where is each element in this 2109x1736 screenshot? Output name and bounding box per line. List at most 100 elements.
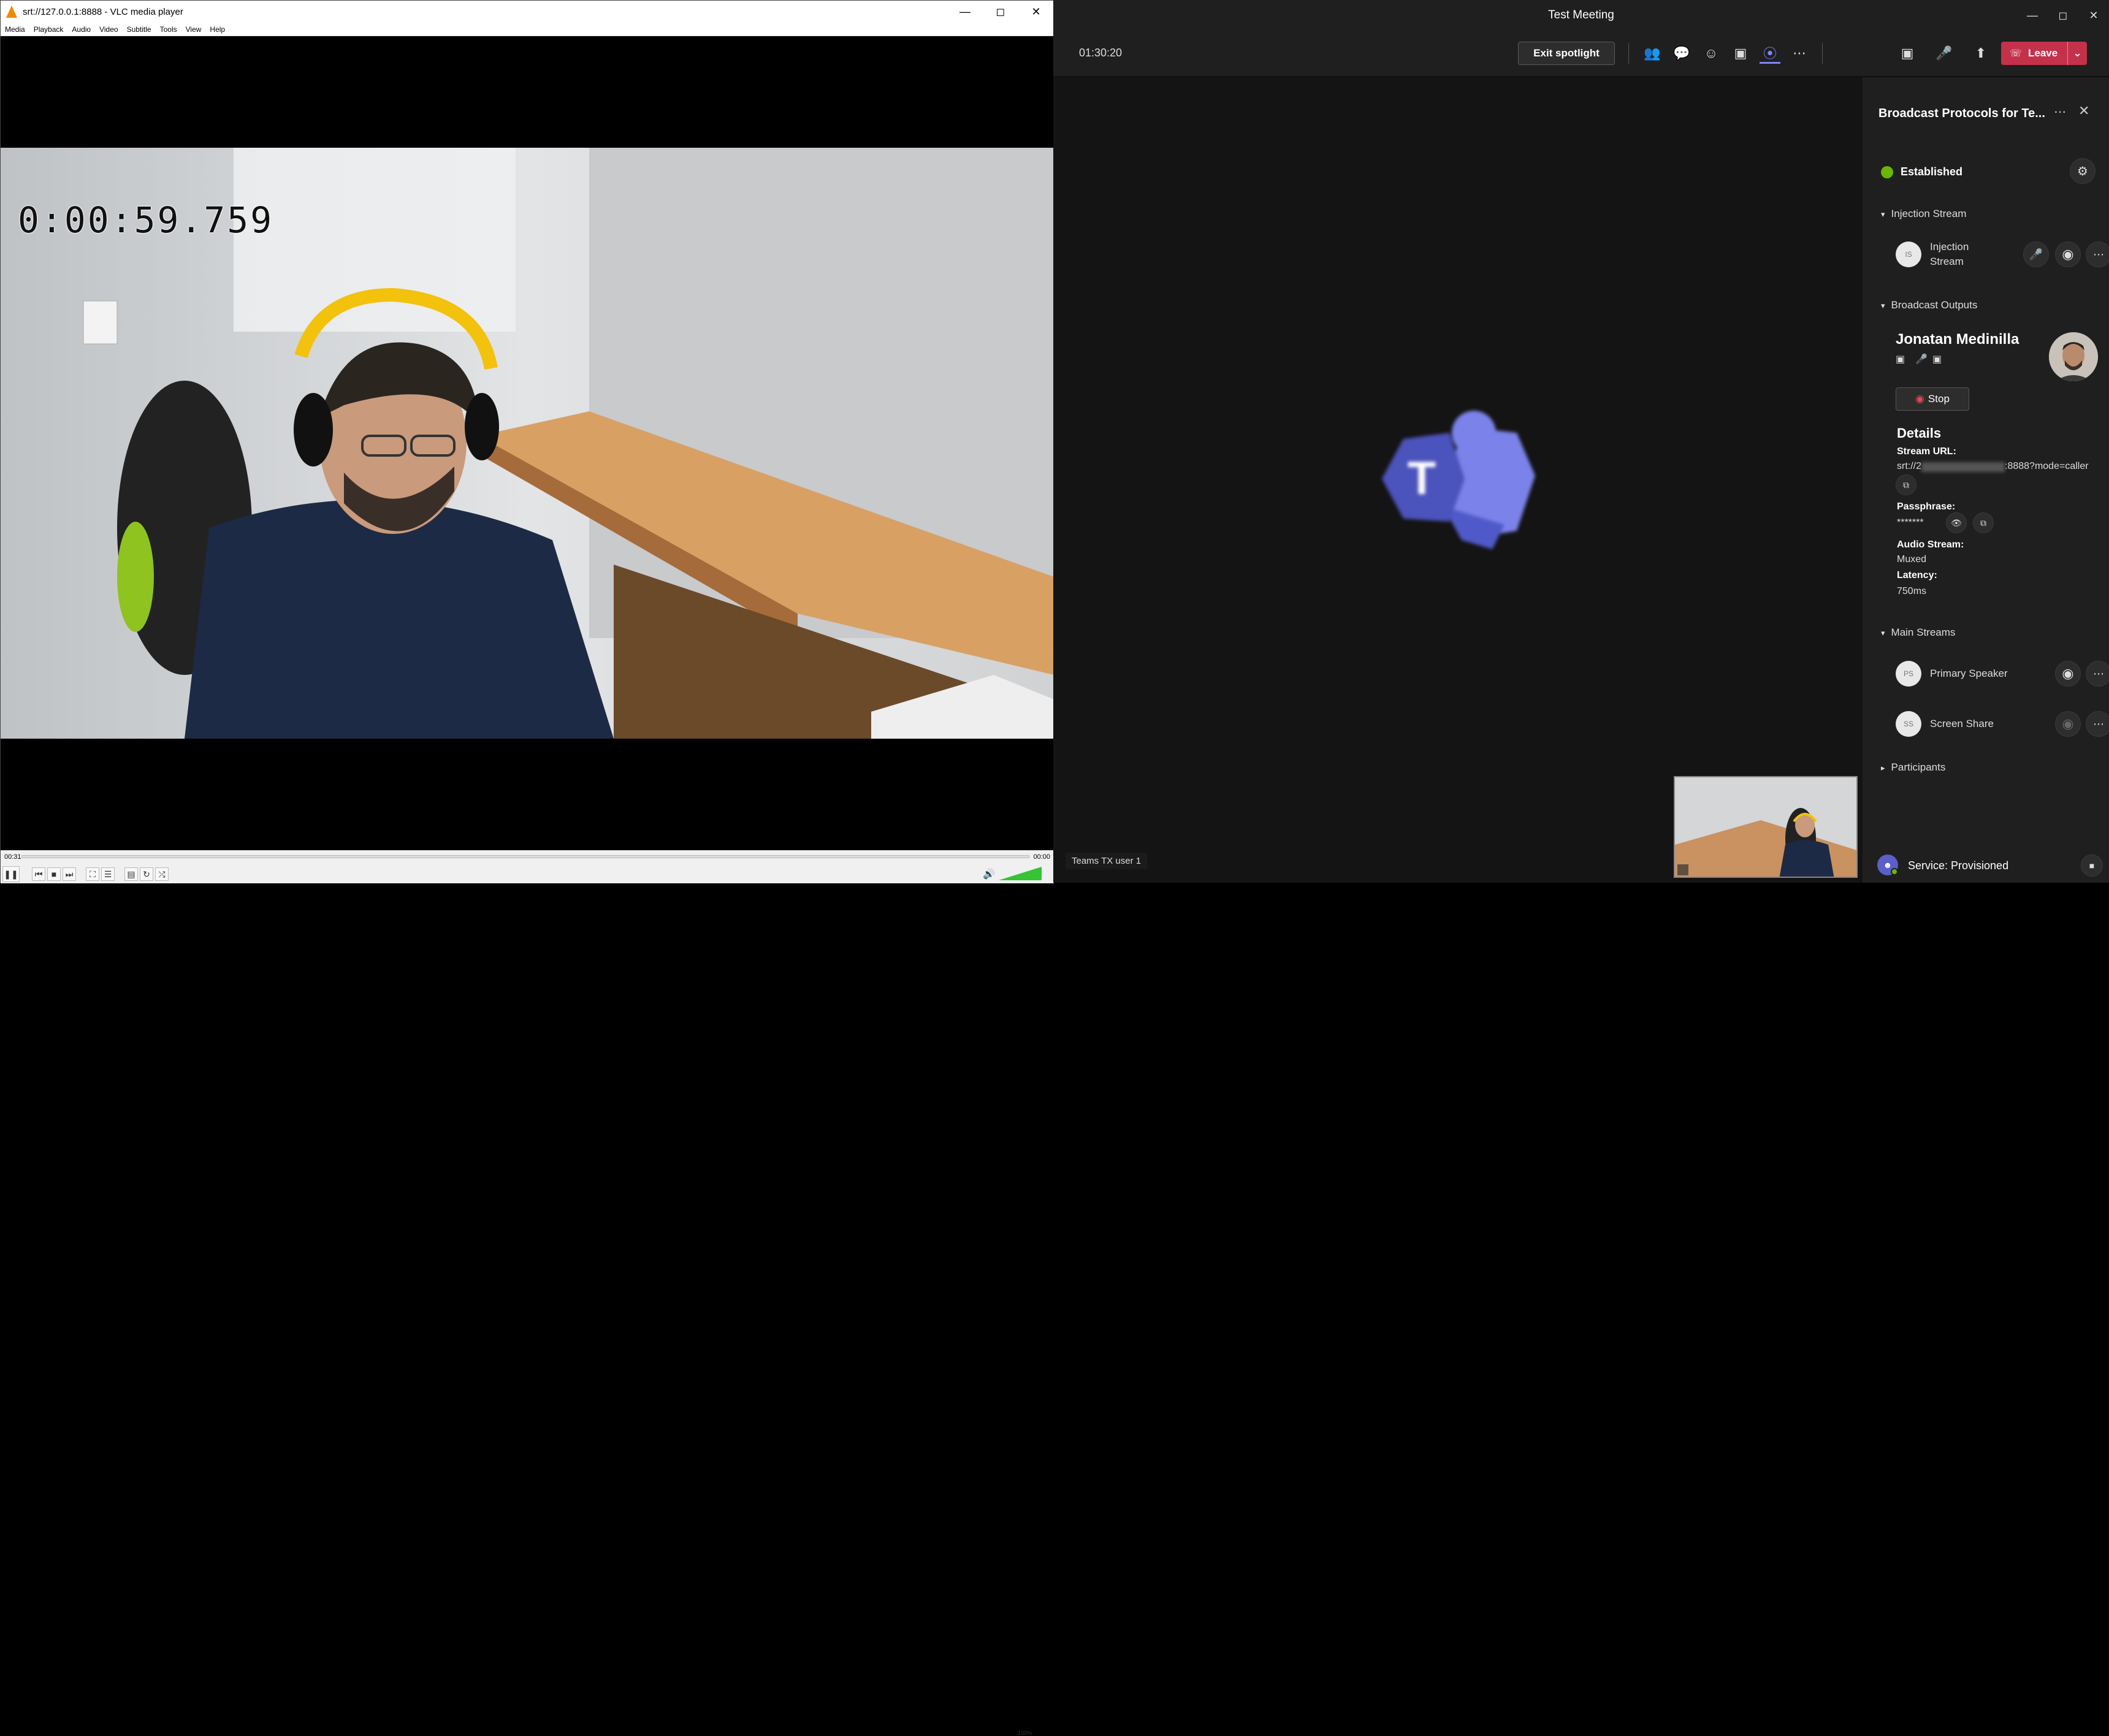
camera-icon[interactable]: ▣ [1897,43,1918,64]
service-stop-icon[interactable]: ■ [2081,855,2103,877]
loop-icon[interactable]: ↻ [140,867,153,881]
leave-label: Leave [2028,47,2058,59]
meeting-title: Test Meeting [1548,9,1614,21]
teams-window: Test Meeting — ◻ ✕ 01:30:20 Exit spotlig… [1053,0,2109,883]
elapsed-time: 00:31 [4,853,21,861]
vlc-seekbar[interactable]: 00:31 00:00 [1,850,1054,865]
maximize-icon[interactable]: ◻ [983,1,1018,23]
share-icon[interactable]: ⬆ [1970,43,1991,64]
shuffle-icon[interactable]: ⤮ [155,867,169,881]
injection-record-icon[interactable]: ◉ [2055,242,2081,267]
show-passphrase-eye-icon[interactable]: 👁 [1946,512,1967,533]
menu-subtitle[interactable]: Subtitle [123,25,156,34]
person-avatar [2049,332,2098,381]
panel-more-icon[interactable]: ⋯ [2054,104,2066,120]
volume-slider[interactable] [999,867,1042,881]
screen-more-icon[interactable]: ⋯ [2086,711,2109,737]
primary-record-icon[interactable]: ◉ [2055,661,2081,687]
seek-slider[interactable] [21,855,1029,858]
teams-logo-icon: T [1382,411,1535,549]
exit-spotlight-button[interactable]: Exit spotlight [1518,42,1615,65]
screen-share-avatar: SS [1896,711,1921,737]
next-icon[interactable]: ⏭ [63,867,76,881]
menu-video[interactable]: Video [95,25,122,34]
audio-stream-value: Muxed [1897,554,1927,565]
injection-stream-header[interactable]: Injection Stream [1881,208,1967,220]
broadcast-outputs-header[interactable]: Broadcast Outputs [1881,299,1978,311]
vlc-menubar: Media Playback Audio Video Subtitle Tool… [1,23,1054,36]
total-time: 00:00 [1033,853,1050,861]
menu-media[interactable]: Media [1,25,29,34]
chat-icon[interactable]: 💬 [1671,43,1692,64]
menu-tools[interactable]: Tools [156,25,181,34]
vlc-window-title: srt://127.0.0.1:8888 - VLC media player [23,6,183,17]
screen-share-label: Screen Share [1930,718,1994,729]
stop-button[interactable]: ◉ Stop [1896,387,1969,411]
participants-header[interactable]: Participants [1881,761,1946,774]
details-title: Details [1897,425,1942,441]
volume-control[interactable]: 🔊 100% [983,867,1042,1736]
injection-label-1: Injection [1930,241,1969,253]
leave-button[interactable]: ☏ Leave ⌄ [2001,42,2087,65]
mic-icon[interactable]: 🎤 [1934,43,1955,64]
menu-view[interactable]: View [181,25,206,34]
people-icon[interactable]: 👥 [1642,43,1663,64]
copy-passphrase-icon[interactable]: ⧉ [1973,512,1994,533]
injection-label-2: Stream [1930,256,1964,267]
extended-settings-icon[interactable]: ☰ [101,867,115,881]
injection-mic-icon[interactable]: 🎤 [2023,242,2049,267]
panel-title: Broadcast Protocols for Te... [1878,107,2045,120]
teams-minimize-icon[interactable]: — [2017,0,2048,31]
video-frame: 0:00:59.759 [1,148,1054,739]
status-dot-icon [1881,166,1893,178]
stream-url-value: srt://2 :8888?mode=caller [1897,461,2089,472]
primary-speaker-avatar: PS [1896,661,1921,687]
close-icon[interactable]: ✕ [1018,1,1054,23]
output-screen-icon: ▣ [1932,354,1942,365]
stop-label: Stop [1928,393,1950,405]
copy-url-icon[interactable]: ⧉ [1896,474,1916,495]
primary-more-icon[interactable]: ⋯ [2086,661,2109,687]
stop-icon[interactable]: ■ [47,867,61,881]
minimize-icon[interactable]: — [947,1,983,23]
service-status-dot-icon [1891,868,1898,875]
settings-gear-icon[interactable]: ⚙ [2070,158,2096,184]
injection-more-icon[interactable]: ⋯ [2086,242,2109,267]
toolbar-divider [1822,43,1823,64]
self-view-thumbnail[interactable] [1674,776,1858,878]
passphrase-label: Passphrase: [1897,501,1956,512]
speaker-icon[interactable]: 🔊 [983,868,995,880]
reactions-icon[interactable]: ☺ [1701,43,1722,64]
teams-titlebar: Test Meeting — ◻ ✕ [1053,0,2109,31]
participant-name-tag: Teams TX user 1 [1066,853,1148,869]
meeting-stage: T Teams TX user 1 [1053,77,1863,883]
menu-help[interactable]: Help [205,25,229,34]
vlc-titlebar: srt://127.0.0.1:8888 - VLC media player … [1,1,1054,23]
output-camera-icon: ▣ [1896,354,1905,365]
connection-status: Established [1901,166,1963,178]
fullscreen-icon[interactable]: ⛶ [86,867,99,881]
primary-speaker-label: Primary Speaker [1930,668,2008,679]
teams-maximize-icon[interactable]: ◻ [2048,0,2078,31]
teams-close-icon[interactable]: ✕ [2078,0,2109,31]
rooms-icon[interactable]: ▣ [1730,43,1751,64]
playlist-icon[interactable]: ▤ [124,867,138,881]
menu-audio[interactable]: Audio [67,25,95,34]
output-mic-icon: 🎤 [1915,354,1928,365]
meeting-timer: 01:30:20 [1079,47,1123,59]
audio-stream-label: Audio Stream: [1897,539,1964,550]
chevron-down-icon[interactable]: ⌄ [2067,42,2087,65]
stop-record-icon: ◉ [1915,393,1924,405]
screen-record-icon[interactable]: ◉ [2055,711,2081,737]
main-streams-header[interactable]: Main Streams [1881,626,1956,639]
menu-playback[interactable]: Playback [29,25,68,34]
vlc-video-area[interactable]: 0:00:59.759 [1,36,1054,850]
output-person-name: Jonatan Medinilla [1896,331,2019,348]
more-icon[interactable]: ⋯ [1789,43,1810,64]
redacted-host [1921,462,2005,472]
panel-close-icon[interactable]: ✕ [2078,103,2089,119]
volume-percent: 100% [1017,1730,1032,1736]
broadcast-icon[interactable]: ⦿ [1760,43,1780,64]
previous-icon[interactable]: ⏮ [32,867,45,881]
pause-icon[interactable]: ❚❚ [2,866,20,882]
